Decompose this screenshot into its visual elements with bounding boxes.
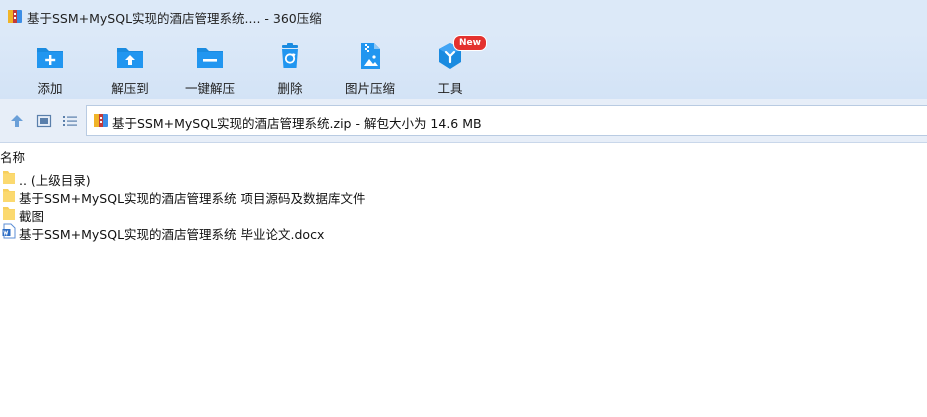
list-item-screenshots-folder[interactable]: 截图 bbox=[0, 204, 927, 224]
path-field[interactable]: 基于SSM+MySQL实现的酒店管理系统.zip - 解包大小为 14.6 MB bbox=[86, 105, 927, 136]
window-title: 基于SSM+MySQL实现的酒店管理系统.... - 360压缩 bbox=[27, 11, 322, 26]
recycle-delete-icon bbox=[282, 43, 298, 68]
tools-button[interactable]: New 工具 bbox=[413, 35, 487, 96]
one-click-extract-label: 一键解压 bbox=[184, 81, 235, 96]
tools-label: 工具 bbox=[437, 81, 463, 96]
image-compress-label: 图片压缩 bbox=[344, 81, 395, 96]
one-click-extract-button[interactable]: 一键解压 bbox=[173, 38, 247, 96]
add-folder-icon bbox=[37, 48, 63, 68]
list-item-parent-dir[interactable]: .. (上级目录) bbox=[0, 168, 927, 188]
up-arrow-icon[interactable] bbox=[9, 113, 25, 129]
thumbnail-view-icon[interactable] bbox=[36, 113, 52, 129]
toolbar: 添加 解压到 一键解压 删除 图片压缩 New 工具 bbox=[0, 32, 927, 99]
add-label: 添加 bbox=[37, 81, 63, 96]
extract-to-label: 解压到 bbox=[111, 81, 149, 96]
list-item-thesis-docx[interactable]: 基于SSM+MySQL实现的酒店管理系统 毕业论文.docx bbox=[0, 222, 927, 242]
file-list: .. (上级目录) 基于SSM+MySQL实现的酒店管理系统 项目源码及数据库文… bbox=[0, 168, 927, 242]
address-bar: 基于SSM+MySQL实现的酒店管理系统.zip - 解包大小为 14.6 MB bbox=[0, 99, 927, 143]
folder-icon bbox=[3, 171, 15, 184]
one-click-extract-icon bbox=[197, 48, 223, 68]
add-button[interactable]: 添加 bbox=[13, 38, 87, 96]
folder-icon bbox=[3, 189, 15, 202]
file-name: 基于SSM+MySQL实现的酒店管理系统 毕业论文.docx bbox=[19, 227, 325, 242]
word-document-icon bbox=[2, 223, 16, 239]
image-compress-icon bbox=[361, 43, 380, 69]
folder-icon bbox=[3, 207, 15, 220]
extract-to-folder-icon bbox=[117, 48, 143, 68]
new-badge: New bbox=[453, 35, 487, 51]
archive-app-icon bbox=[8, 10, 22, 23]
extract-to-button[interactable]: 解压到 bbox=[93, 38, 167, 96]
column-header-name[interactable]: 名称 bbox=[0, 147, 25, 166]
list-item-source-folder[interactable]: 基于SSM+MySQL实现的酒店管理系统 项目源码及数据库文件 bbox=[0, 186, 927, 206]
list-view-icon[interactable] bbox=[62, 113, 78, 129]
delete-button[interactable]: 删除 bbox=[253, 38, 327, 96]
title-bar: 基于SSM+MySQL实现的酒店管理系统.... - 360压缩 bbox=[0, 0, 927, 32]
delete-label: 删除 bbox=[277, 81, 303, 96]
path-text: 基于SSM+MySQL实现的酒店管理系统.zip - 解包大小为 14.6 MB bbox=[112, 116, 482, 131]
zip-archive-icon bbox=[94, 114, 108, 127]
image-compress-button[interactable]: 图片压缩 bbox=[333, 38, 407, 96]
